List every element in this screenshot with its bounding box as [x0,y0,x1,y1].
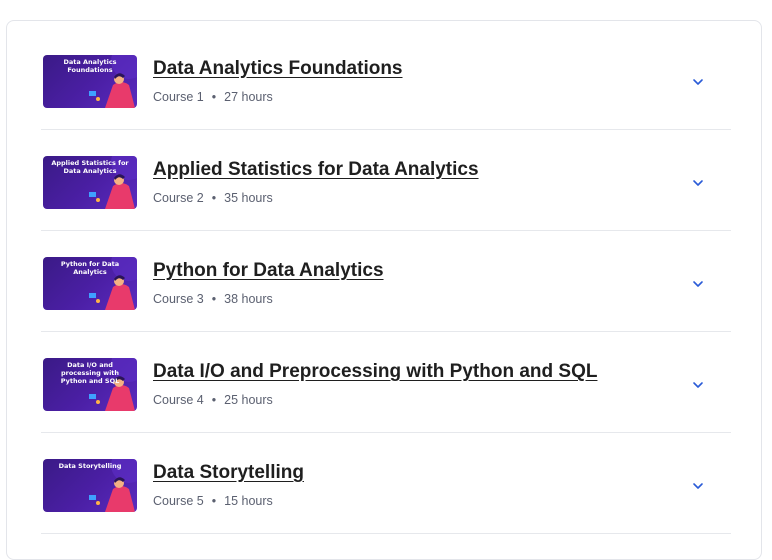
course-duration: 27 hours [224,90,273,104]
course-meta: Course 4 • 25 hours [153,393,273,407]
course-title-link[interactable]: Data I/O and Preprocessing with Python a… [153,361,597,383]
thumbnail-title: Data Analytics Foundations [63,58,117,74]
chevron-down-icon[interactable] [689,275,707,293]
course-thumbnail[interactable]: Data Storytelling [43,459,137,512]
course-title-link[interactable]: Data Storytelling [153,462,304,484]
course-duration: 38 hours [224,292,273,306]
meta-separator: • [211,494,217,508]
course-row: Data Analytics Foundations Data Analytic… [41,29,731,130]
chevron-down-icon[interactable] [689,376,707,394]
course-number: Course 3 [153,292,204,306]
course-number: Course 5 [153,494,204,508]
course-thumbnail[interactable]: Applied Statistics for Data Analytics [43,156,137,209]
thumbnail-title: Data I/O and processing with Python and … [60,361,120,385]
course-number: Course 2 [153,191,204,205]
chevron-down-icon[interactable] [689,477,707,495]
course-thumbnail[interactable]: Data I/O and processing with Python and … [43,358,137,411]
course-row: Data Storytelling Data Storytelling Cour… [41,433,731,534]
course-title-link[interactable]: Python for Data Analytics [153,260,384,282]
chevron-down-icon[interactable] [689,174,707,192]
meta-separator: • [211,393,217,407]
course-meta: Course 1 • 27 hours [153,90,273,104]
thumbnail-title: Applied Statistics for Data Analytics [51,159,129,175]
course-duration: 15 hours [224,494,273,508]
thumbnail-title: Python for Data Analytics [60,260,120,276]
course-thumbnail[interactable]: Data Analytics Foundations [43,55,137,108]
course-meta: Course 2 • 35 hours [153,191,273,205]
course-meta: Course 3 • 38 hours [153,292,273,306]
chevron-down-icon[interactable] [689,73,707,91]
course-row: Data I/O and processing with Python and … [41,332,731,433]
course-title-link[interactable]: Applied Statistics for Data Analytics [153,159,479,181]
thumbnail-title: Data Storytelling [58,462,122,470]
course-row: Applied Statistics for Data Analytics Ap… [41,130,731,231]
course-thumbnail[interactable]: Python for Data Analytics [43,257,137,310]
meta-separator: • [211,90,217,104]
course-row: Python for Data Analytics Python for Dat… [41,231,731,332]
meta-separator: • [211,191,217,205]
course-meta: Course 5 • 15 hours [153,494,273,508]
course-duration: 35 hours [224,191,273,205]
course-duration: 25 hours [224,393,273,407]
course-number: Course 1 [153,90,204,104]
course-list-card: Data Analytics Foundations Data Analytic… [6,20,762,560]
course-title-link[interactable]: Data Analytics Foundations [153,58,403,80]
meta-separator: • [211,292,217,306]
course-number: Course 4 [153,393,204,407]
